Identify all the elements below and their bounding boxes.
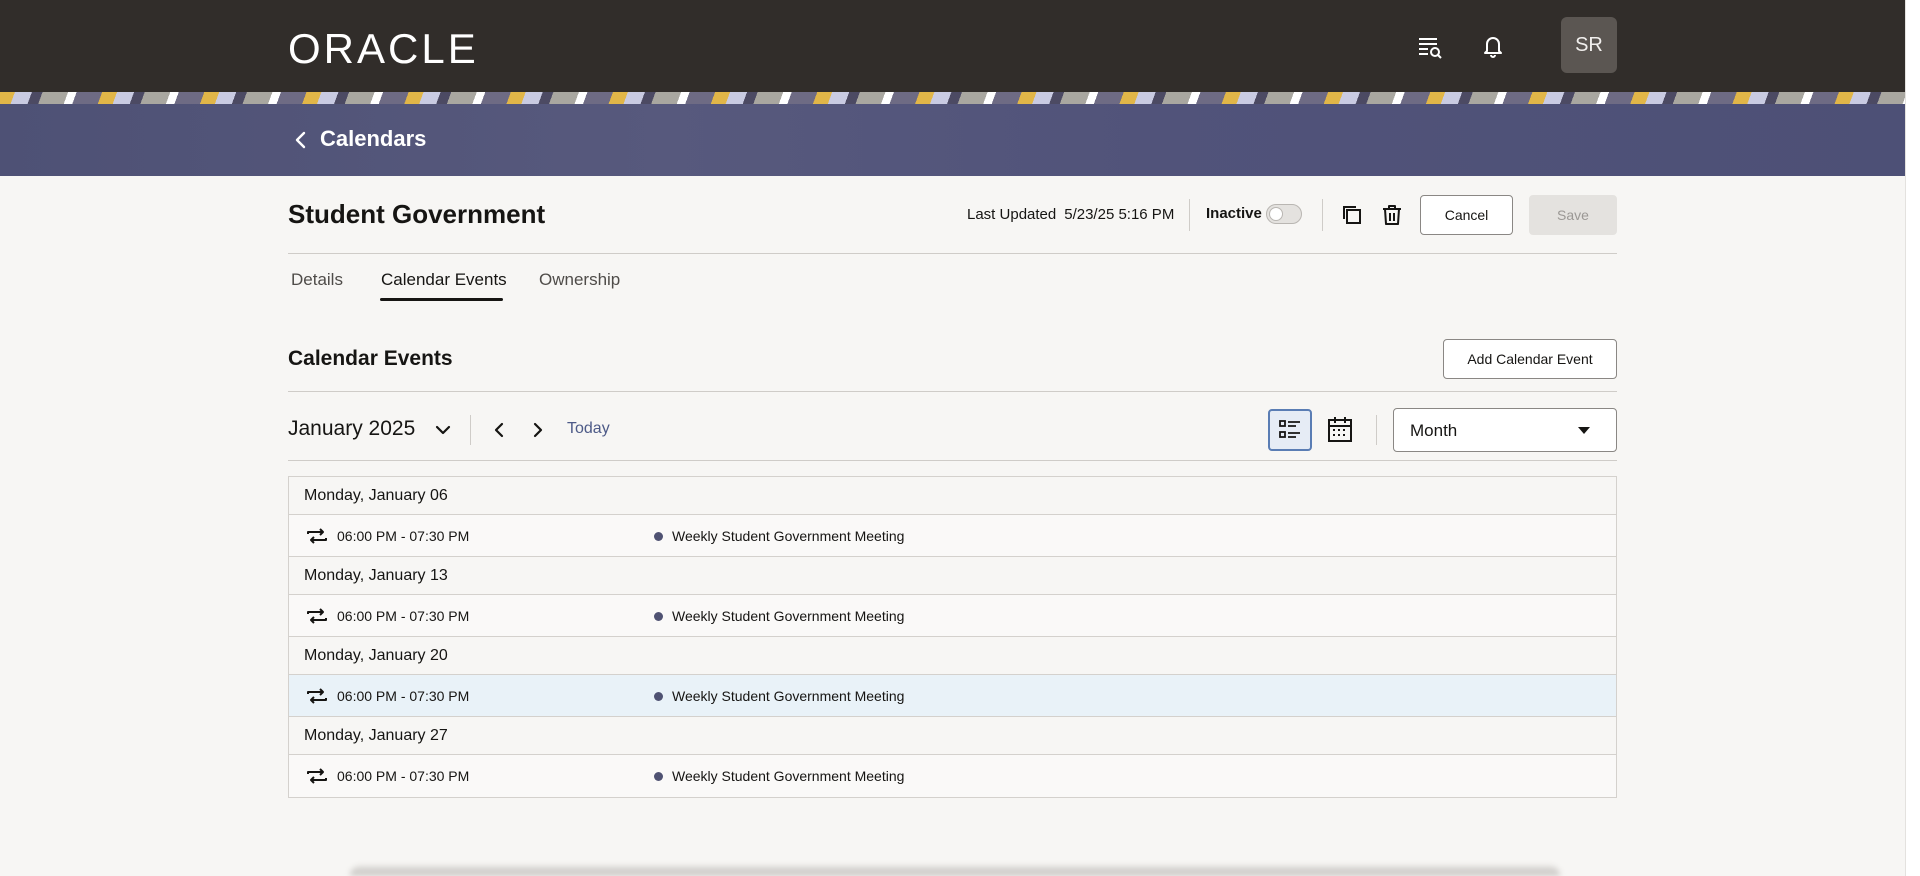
event-dot: [654, 612, 663, 621]
active-tab-indicator: [380, 298, 503, 301]
event-time: 06:00 PM - 07:30 PM: [337, 608, 470, 624]
day-header: Monday, January 27: [289, 717, 1616, 755]
chevron-left-icon[interactable]: [489, 420, 509, 440]
event-time: 06:00 PM - 07:30 PM: [337, 688, 470, 704]
day-date: Monday, January 20: [304, 647, 448, 664]
tab-details[interactable]: Details: [291, 270, 343, 290]
chevron-right-icon[interactable]: [528, 420, 548, 440]
inactive-label: Inactive: [1206, 205, 1262, 222]
list-icon: [1279, 420, 1300, 438]
month-picker[interactable]: January 2025: [288, 417, 415, 441]
inactive-toggle[interactable]: [1266, 204, 1302, 224]
event-row[interactable]: 06:00 PM - 07:30 PM Weekly Student Gover…: [289, 675, 1616, 717]
event-row[interactable]: 06:00 PM - 07:30 PM Weekly Student Gover…: [289, 595, 1616, 637]
tab-calendar-events[interactable]: Calendar Events: [381, 270, 507, 290]
caret-down-icon: [1578, 427, 1590, 434]
repeat-icon: [307, 768, 327, 784]
copy-icon[interactable]: [1338, 201, 1366, 229]
add-calendar-event-button[interactable]: Add Calendar Event: [1443, 339, 1617, 379]
divider: [288, 253, 1617, 254]
event-row[interactable]: 06:00 PM - 07:30 PM Weekly Student Gover…: [289, 515, 1616, 557]
divider: [470, 415, 471, 445]
event-title: Weekly Student Government Meeting: [672, 688, 905, 704]
event-row[interactable]: 06:00 PM - 07:30 PM Weekly Student Gover…: [289, 755, 1616, 797]
page-title: Student Government: [288, 199, 546, 229]
divider: [288, 391, 1617, 392]
cancel-button[interactable]: Cancel: [1420, 195, 1513, 235]
global-header: ORACLE SR: [0, 0, 1905, 92]
event-list: Monday, January 06 06:00 PM - 07:30 PM W…: [288, 476, 1617, 798]
day-date: Monday, January 06: [304, 487, 448, 504]
toggle-knob: [1269, 207, 1283, 221]
event-time: 06:00 PM - 07:30 PM: [337, 768, 470, 784]
view-range-value: Month: [1410, 421, 1458, 440]
event-dot: [654, 772, 663, 781]
last-updated-value: 5/23/25 5:16 PM: [1064, 206, 1175, 223]
divider: [1322, 199, 1323, 231]
repeat-icon: [307, 608, 327, 624]
search-list-icon[interactable]: [1413, 30, 1445, 62]
day-header: Monday, January 06: [289, 477, 1616, 515]
chevron-down-icon[interactable]: [433, 420, 453, 440]
page-scrollbar[interactable]: [1905, 0, 1920, 876]
repeat-icon: [307, 688, 327, 704]
back-chevron-icon[interactable]: [290, 128, 312, 152]
divider: [288, 460, 1617, 461]
list-view-button[interactable]: [1268, 409, 1312, 451]
section-title: Calendar Events: [288, 347, 453, 370]
event-dot: [654, 532, 663, 541]
event-title: Weekly Student Government Meeting: [672, 528, 905, 544]
view-range-select[interactable]: Month: [1393, 408, 1617, 452]
user-avatar[interactable]: SR: [1561, 17, 1617, 73]
trash-icon[interactable]: [1378, 201, 1406, 229]
decorative-band: [0, 92, 1905, 104]
day-date: Monday, January 13: [304, 567, 448, 584]
oracle-logo[interactable]: ORACLE: [288, 28, 479, 70]
divider: [1189, 199, 1190, 231]
save-button[interactable]: Save: [1529, 195, 1617, 235]
event-time: 06:00 PM - 07:30 PM: [337, 528, 470, 544]
day-header: Monday, January 13: [289, 557, 1616, 595]
last-updated: Last Updated 5/23/25 5:16 PM: [967, 206, 1174, 223]
page-banner: Calendars: [0, 104, 1905, 176]
event-title: Weekly Student Government Meeting: [672, 608, 905, 624]
today-link[interactable]: Today: [567, 420, 610, 438]
day-header: Monday, January 20: [289, 637, 1616, 675]
banner-title: Calendars: [320, 126, 427, 151]
tab-ownership[interactable]: Ownership: [539, 270, 620, 290]
last-updated-label: Last Updated: [967, 206, 1057, 223]
event-title: Weekly Student Government Meeting: [672, 768, 905, 784]
bell-icon[interactable]: [1477, 30, 1509, 62]
footer-shadow: [350, 866, 1560, 876]
divider: [1376, 415, 1377, 445]
repeat-icon: [307, 528, 327, 544]
event-dot: [654, 692, 663, 701]
day-date: Monday, January 27: [304, 727, 448, 744]
calendar-view-icon[interactable]: [1325, 414, 1355, 446]
